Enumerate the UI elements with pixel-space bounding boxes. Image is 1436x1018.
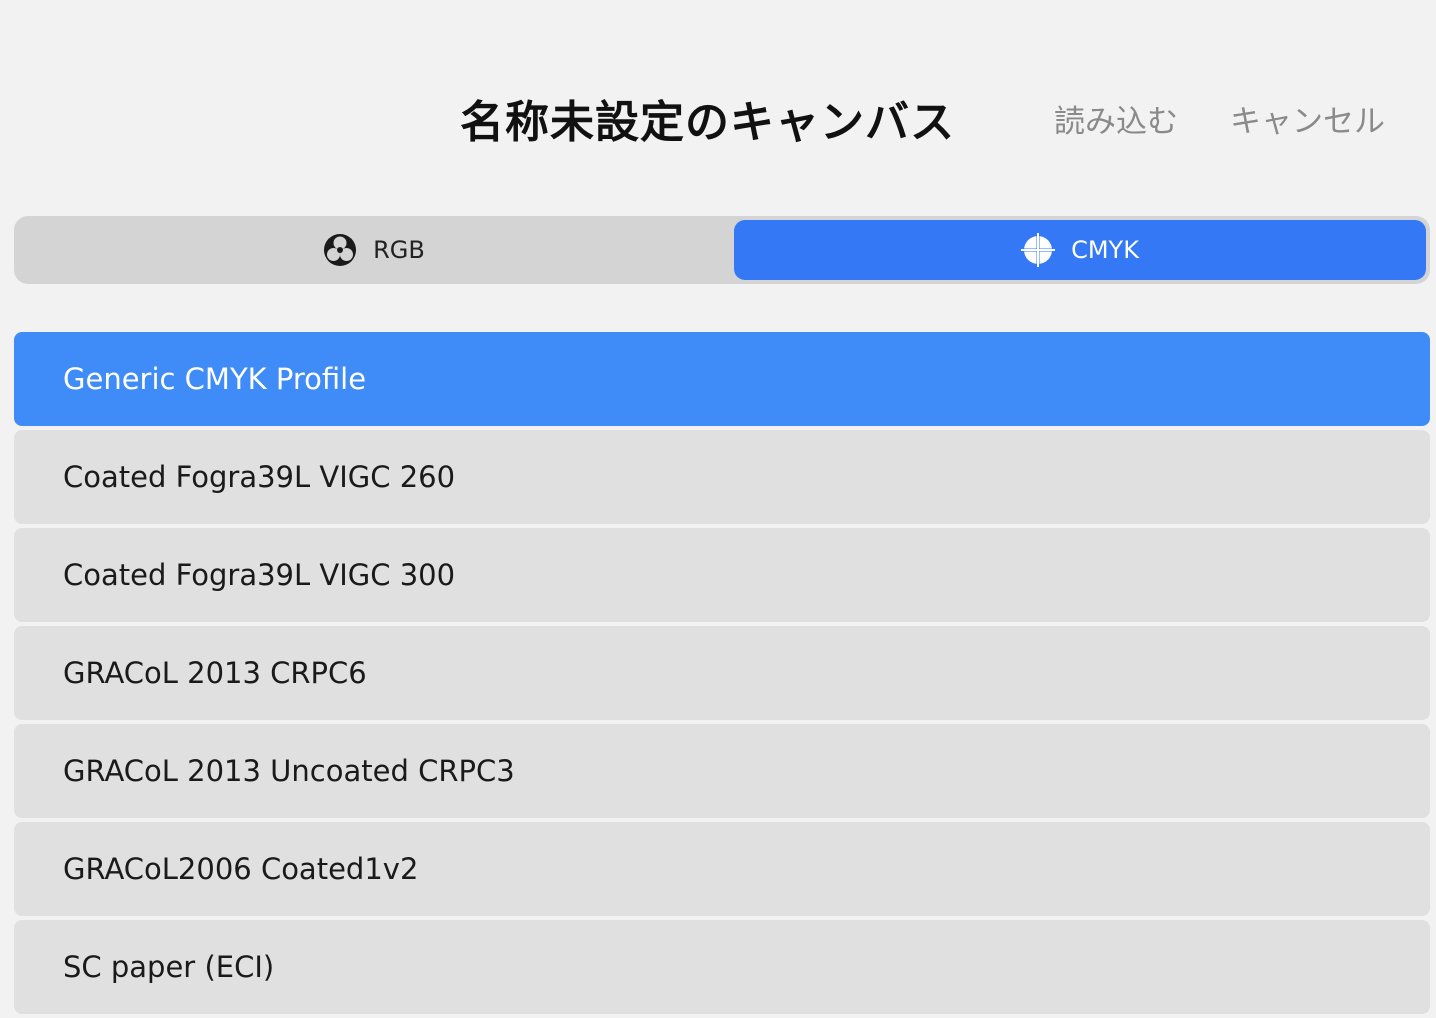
list-item[interactable]: GRACoL 2013 Uncoated CRPC3 xyxy=(14,724,1430,818)
registration-mark-icon xyxy=(1021,233,1056,267)
rgb-segment[interactable]: RGB xyxy=(18,220,730,280)
cmyk-segment[interactable]: CMYK xyxy=(734,220,1426,280)
import-button[interactable]: 読み込む xyxy=(1054,96,1178,141)
color-mode-segmented-control: RGB CMYK xyxy=(14,216,1430,284)
rgb-circles-icon xyxy=(323,233,357,267)
list-item-label: Generic CMYK Profile xyxy=(63,362,367,396)
cancel-button[interactable]: キャンセル xyxy=(1230,96,1385,141)
list-item-label: SC paper (ECI) xyxy=(63,950,275,984)
list-item-label: GRACoL 2013 Uncoated CRPC3 xyxy=(63,754,515,788)
list-item[interactable]: GRACoL 2013 CRPC6 xyxy=(14,626,1430,720)
list-item[interactable]: Coated Fogra39L VIGC 300 xyxy=(14,528,1430,622)
list-item-label: Coated Fogra39L VIGC 260 xyxy=(63,460,456,494)
header: 名称未設定のキャンバス 読み込む キャンセル xyxy=(0,0,1436,200)
cmyk-segment-label: CMYK xyxy=(1071,236,1139,264)
page-title: 名称未設定のキャンバス xyxy=(460,97,955,148)
list-item-label: GRACoL 2013 CRPC6 xyxy=(63,656,367,690)
list-item[interactable]: SC paper (ECI) xyxy=(14,920,1430,1014)
list-item-label: GRACoL2006 Coated1v2 xyxy=(63,852,419,886)
rgb-segment-label: RGB xyxy=(373,236,425,264)
list-item-label: Coated Fogra39L VIGC 300 xyxy=(63,558,456,592)
list-item[interactable]: GRACoL2006 Coated1v2 xyxy=(14,822,1430,916)
profile-list: Generic CMYK Profile Coated Fogra39L VIG… xyxy=(14,332,1430,1018)
list-item-selected[interactable]: Generic CMYK Profile xyxy=(14,332,1430,426)
list-item[interactable]: Coated Fogra39L VIGC 260 xyxy=(14,430,1430,524)
